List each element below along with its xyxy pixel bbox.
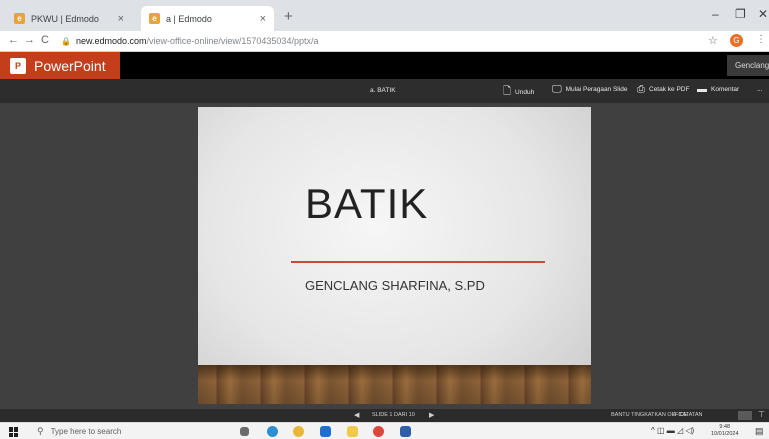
close-tab-icon[interactable]: × [260,13,266,25]
new-tab-button[interactable]: + [284,8,293,25]
print-label: Cetak ke PDF [649,86,690,93]
start-slideshow-button[interactable]: 🖵 Mulai Peragaan Slide [552,84,627,95]
user-account-button[interactable]: Genclang [727,55,769,76]
minimize-button[interactable]: – [712,7,719,21]
document-title: a. BATIK [370,87,396,94]
search-placeholder: Type here to search [50,427,122,436]
system-tray[interactable]: ^ ◫ ▬ ◿ ◁) [651,426,694,435]
tab-a-edmodo[interactable]: e a | Edmodo × [141,6,274,31]
slideshow-icon: 🖵 [552,84,562,95]
forward-button[interactable]: → [24,34,35,46]
bookmark-star-icon[interactable]: ☆ [708,34,718,47]
mail-icon[interactable] [320,426,331,437]
back-button[interactable]: ← [8,34,19,46]
viewer-toolbar: a. BATIK 🗋 Unduh 🖵 Mulai Peragaan Slide … [0,79,769,103]
edmodo-icon: e [149,13,160,24]
clock[interactable]: 9:48 10/01/2024 [711,424,739,438]
chrome-icon[interactable] [293,426,304,437]
close-tab-icon[interactable]: × [118,13,124,25]
clock-date: 10/01/2024 [711,431,739,437]
tab-title: a | Edmodo [166,13,212,24]
print-pdf-button[interactable]: ⎙ Cetak ke PDF [637,84,689,95]
clock-time: 9:48 [719,424,731,430]
slide-subtitle: GENCLANG SHARFINA, S.PD [305,278,485,293]
screen: e PKWU | Edmodo × e a | Edmodo × + – ❐ ✕… [0,0,769,439]
url-host: new.edmodo.com [75,36,147,46]
tab-title: PKWU | Edmodo [31,13,99,24]
next-slide-icon[interactable]: ▶ [429,411,434,419]
address-bar-row: ← → C 🔒 new.edmodo.com/view-office-onlin… [0,31,769,52]
maximize-button[interactable]: ❐ [735,7,746,21]
browser-menu-icon[interactable]: ⋮ [756,34,766,45]
close-window-button[interactable]: ✕ [758,7,768,21]
slide-title: BATIK [305,180,429,227]
profile-avatar[interactable]: G [730,34,743,47]
powerpoint-logo-icon: P [10,57,26,74]
lock-icon: 🔒 [61,36,71,46]
search-icon: ⚲ [37,426,44,436]
task-view-icon[interactable] [240,427,249,436]
previous-slide-icon[interactable]: ◀ [354,411,359,419]
comment-label: Komentar [711,86,740,93]
chrome-icon-2[interactable] [373,426,384,437]
taskbar-search-input[interactable]: ⚲ Type here to search [37,425,207,438]
slide[interactable]: BATIK GENCLANG SHARFINA, S.PD [198,107,591,404]
slideshow-view-icon[interactable]: ⊤ [758,410,765,419]
print-icon: ⎙ [637,84,645,95]
notes-label: CATATAN [678,412,703,418]
slideshow-label: Mulai Peragaan Slide [565,86,628,93]
slide-canvas: BATIK GENCLANG SHARFINA, S.PD [0,103,769,409]
app-brand: P PowerPoint [0,52,120,79]
edge-icon[interactable] [267,426,278,437]
download-icon: 🗋 [503,86,512,97]
download-button[interactable]: 🗋 Unduh [503,84,534,101]
url-path: /view-office-online/view/1570435034/pptx… [146,36,319,46]
notification-icon[interactable]: ▤ [755,426,764,437]
file-explorer-icon[interactable] [347,426,358,437]
edmodo-icon: e [14,13,25,24]
comment-button[interactable]: ▬ Komentar [697,84,739,95]
windows-taskbar: ⚲ Type here to search ^ ◫ ▬ ◿ ◁) 9:48 10… [0,422,769,439]
title-divider-line [291,261,545,263]
slide-indicator: SLIDE 1 DARI 10 [372,412,415,418]
browser-tab-bar: e PKWU | Edmodo × e a | Edmodo × + – ❐ ✕ [0,0,769,31]
tab-pkwu-edmodo[interactable]: e PKWU | Edmodo × [6,6,132,31]
reload-button[interactable]: C [41,34,49,46]
normal-view-icon[interactable] [738,411,752,420]
notes-button[interactable]: ♙ CATATAN [672,412,703,418]
app-name: PowerPoint [34,57,106,74]
url-field[interactable]: 🔒 new.edmodo.com/view-office-online/view… [61,33,741,49]
word-icon[interactable] [400,426,411,437]
download-label: Unduh [515,89,535,96]
more-options-button[interactable]: ... [757,86,762,93]
comment-icon: ▬ [697,84,707,95]
powerpoint-header: P PowerPoint Genclang [0,52,769,79]
windows-start-icon[interactable] [9,427,19,437]
floor-shadow [198,365,591,404]
status-bar: ◀ SLIDE 1 DARI 10 ▶ BANTU TINGKATKAN OFF… [0,409,769,422]
